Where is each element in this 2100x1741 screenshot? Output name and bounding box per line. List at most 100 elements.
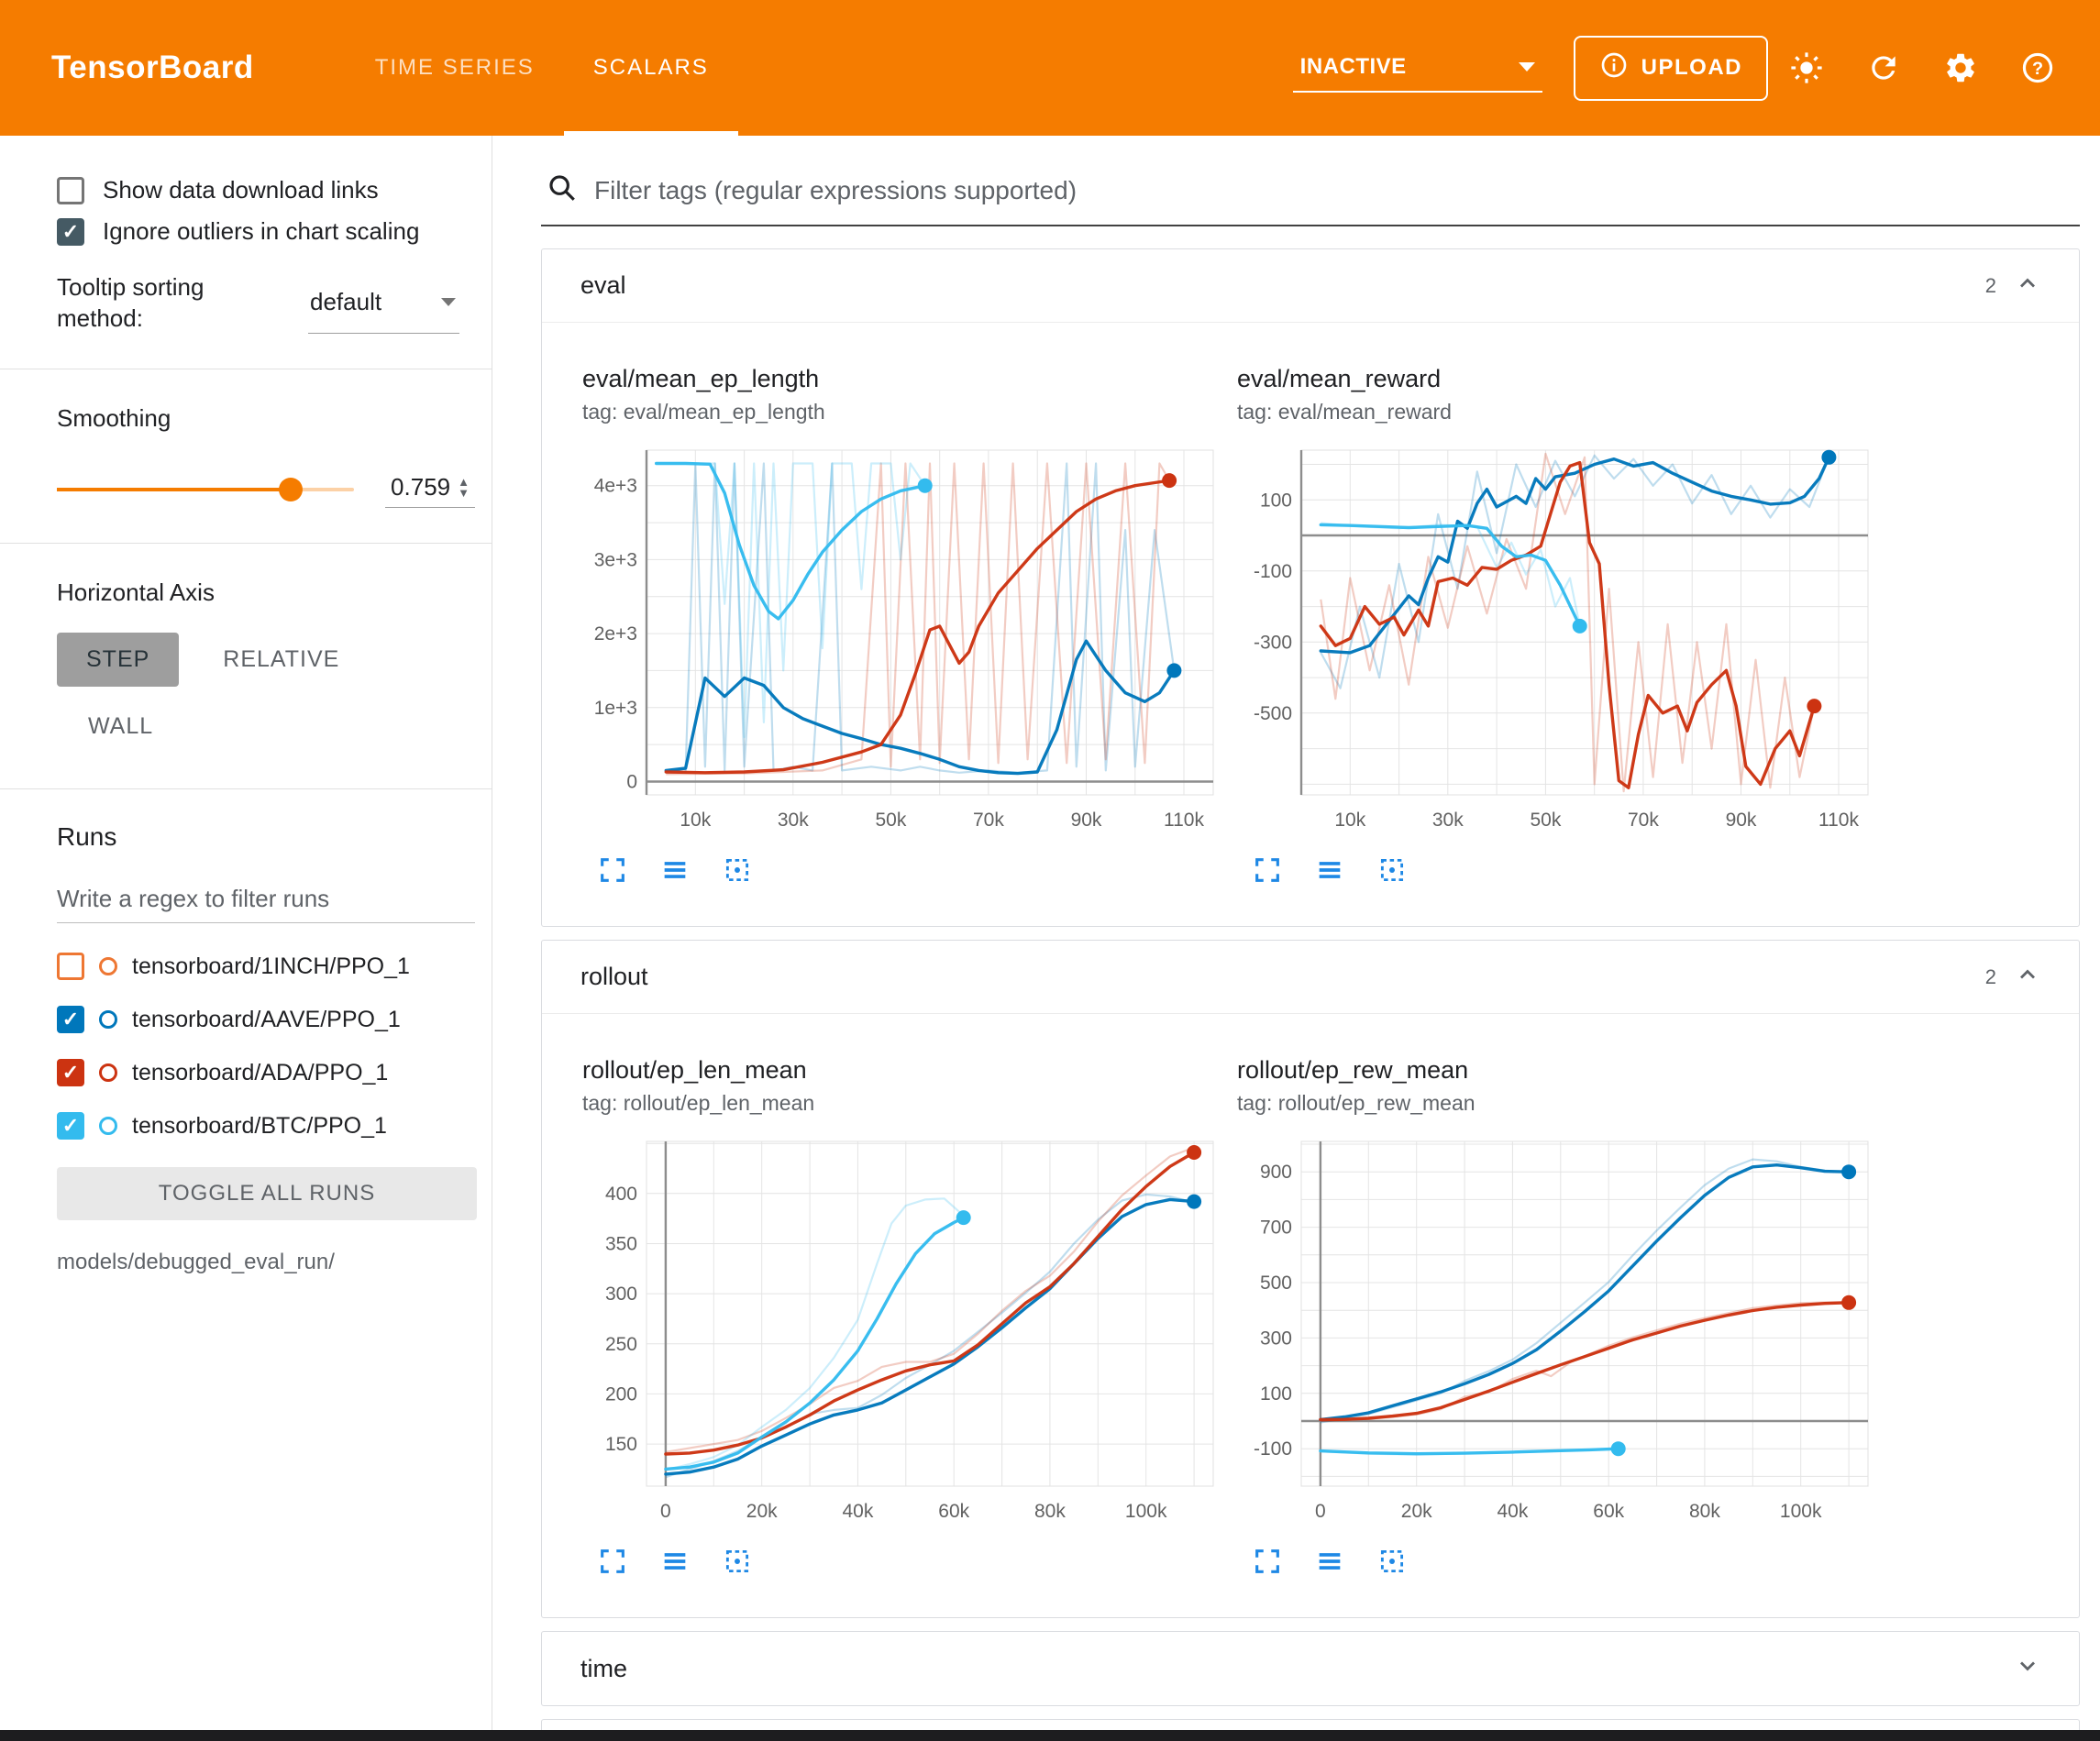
settings-gear-icon[interactable]	[1922, 29, 1999, 106]
axis-wall-button[interactable]: WALL	[88, 700, 153, 754]
svg-text:30k: 30k	[1432, 810, 1464, 831]
chart-plot[interactable]: 10k30k50k70k90k110k-500-300-100100	[1237, 435, 1872, 843]
svg-text:700: 700	[1260, 1218, 1292, 1239]
run-row[interactable]: ✓ tensorboard/AAVE/PPO_1	[57, 993, 475, 1046]
smoothing-slider-thumb[interactable]	[279, 478, 303, 501]
refresh-icon[interactable]	[1845, 29, 1922, 106]
section-count: 2	[1985, 274, 1996, 298]
svg-text:110k: 110k	[1164, 810, 1204, 831]
chevron-up-icon[interactable]	[2015, 270, 2040, 302]
svg-text:80k: 80k	[1034, 1501, 1066, 1522]
chart-card: eval/mean_reward tag: eval/mean_reward 1…	[1237, 363, 1872, 889]
svg-text:900: 900	[1260, 1162, 1292, 1183]
run-row[interactable]: ✓ tensorboard/BTC/PPO_1	[57, 1099, 475, 1152]
section-rollout: rollout 2 rollout/ep_len_mean tag: rollo…	[541, 940, 2080, 1618]
run-row[interactable]: tensorboard/1INCH/PPO_1	[57, 940, 475, 993]
smoothing-slider-fill	[57, 488, 290, 491]
smoothing-value-field[interactable]: 0.759 ▲▼	[385, 471, 475, 508]
scalars-dashboard: eval 2 eval/mean_ep_length tag: eval/mea…	[492, 136, 2100, 1741]
expand-icon[interactable]	[1248, 1542, 1287, 1581]
run-color-ring	[99, 957, 117, 975]
fit-domain-icon[interactable]	[1373, 1542, 1411, 1581]
run-color-ring	[99, 1117, 117, 1135]
axis-step-button[interactable]: STEP	[57, 633, 179, 687]
section-header-time[interactable]: time	[542, 1632, 2079, 1705]
chevron-down-icon[interactable]	[2015, 1653, 2040, 1684]
tooltip-sorting-select[interactable]: default	[308, 275, 459, 334]
svg-text:50k: 50k	[875, 810, 906, 831]
line-chart[interactable]: 10k30k50k70k90k110k-500-300-100100	[1237, 435, 1872, 839]
expand-icon[interactable]	[593, 851, 632, 889]
help-icon[interactable]: ?	[1999, 29, 2076, 106]
svg-text:-100: -100	[1254, 561, 1292, 582]
svg-text:30k: 30k	[778, 810, 809, 831]
brightness-icon[interactable]	[1768, 29, 1845, 106]
app-header: TensorBoard TIME SERIES SCALARS INACTIVE…	[0, 0, 2100, 136]
svg-text:-500: -500	[1254, 703, 1292, 724]
section-title: eval	[580, 271, 626, 300]
log-scale-icon[interactable]	[1310, 1542, 1349, 1581]
run-row[interactable]: ✓ tensorboard/ADA/PPO_1	[57, 1046, 475, 1099]
chart-title: eval/mean_ep_length	[582, 363, 1217, 394]
tab-time-series[interactable]: TIME SERIES	[346, 0, 564, 136]
chart-plot[interactable]: 020k40k60k80k100k-100100300500700900	[1237, 1127, 1872, 1535]
chevron-down-icon	[1519, 62, 1535, 72]
tooltip-sorting-label: Tooltip sorting method:	[57, 271, 286, 334]
runs-filter-input[interactable]	[57, 879, 475, 923]
svg-text:300: 300	[605, 1284, 637, 1305]
svg-text:50k: 50k	[1530, 810, 1561, 831]
svg-text:200: 200	[605, 1383, 637, 1405]
smoothing-slider[interactable]	[57, 488, 354, 491]
section-header-eval[interactable]: eval 2	[542, 249, 2079, 323]
run-label: tensorboard/AAVE/PPO_1	[132, 1007, 401, 1033]
section-title: rollout	[580, 963, 648, 991]
run-label: tensorboard/ADA/PPO_1	[132, 1060, 388, 1086]
log-scale-icon[interactable]	[656, 851, 694, 889]
status-dropdown[interactable]: INACTIVE	[1293, 43, 1542, 93]
section-header-rollout[interactable]: rollout 2	[542, 941, 2079, 1014]
chart-toolbar	[1237, 851, 1872, 889]
upload-button[interactable]: UPLOAD	[1574, 36, 1768, 101]
svg-text:40k: 40k	[842, 1501, 873, 1522]
svg-text:250: 250	[605, 1334, 637, 1355]
chart-tag: tag: eval/mean_reward	[1237, 400, 1872, 424]
svg-text:?: ?	[2032, 59, 2043, 79]
svg-text:100k: 100k	[1780, 1501, 1822, 1522]
tab-scalars[interactable]: SCALARS	[564, 0, 738, 136]
stepper-arrows-icon[interactable]: ▲▼	[458, 477, 470, 499]
section-charts: rollout/ep_len_mean tag: rollout/ep_len_…	[542, 1014, 2079, 1617]
log-scale-icon[interactable]	[1310, 851, 1349, 889]
chevron-up-icon[interactable]	[2015, 962, 2040, 993]
run-checkbox[interactable]	[57, 953, 84, 980]
horizontal-axis-buttons: STEP RELATIVE	[57, 633, 475, 687]
line-chart[interactable]: 020k40k60k80k100k-100100300500700900	[1237, 1127, 1872, 1530]
chart-plot[interactable]: 020k40k60k80k100k150200250300350400	[582, 1127, 1217, 1535]
log-scale-icon[interactable]	[656, 1542, 694, 1581]
line-chart[interactable]: 10k30k50k70k90k110k01e+32e+33e+34e+3	[582, 435, 1217, 839]
chart-card: eval/mean_ep_length tag: eval/mean_ep_le…	[582, 363, 1217, 889]
svg-text:0: 0	[626, 772, 637, 793]
line-chart[interactable]: 020k40k60k80k100k150200250300350400	[582, 1127, 1217, 1530]
fit-domain-icon[interactable]	[1373, 851, 1411, 889]
fit-domain-icon[interactable]	[718, 851, 757, 889]
chart-title: rollout/ep_len_mean	[582, 1054, 1217, 1085]
svg-text:0: 0	[1315, 1501, 1326, 1522]
expand-icon[interactable]	[593, 1542, 632, 1581]
show-download-links-checkbox[interactable]	[57, 177, 84, 204]
ignore-outliers-label: Ignore outliers in chart scaling	[103, 217, 419, 246]
chart-plot[interactable]: 10k30k50k70k90k110k01e+32e+33e+34e+3	[582, 435, 1217, 843]
ignore-outliers-checkbox[interactable]	[57, 218, 84, 246]
svg-text:1e+3: 1e+3	[594, 698, 637, 719]
run-checkbox[interactable]: ✓	[57, 1112, 84, 1140]
toggle-all-runs-button[interactable]: TOGGLE ALL RUNS	[57, 1167, 477, 1220]
fit-domain-icon[interactable]	[718, 1542, 757, 1581]
svg-text:10k: 10k	[680, 810, 711, 831]
svg-text:40k: 40k	[1497, 1501, 1528, 1522]
axis-relative-button[interactable]: RELATIVE	[223, 633, 339, 687]
run-checkbox[interactable]: ✓	[57, 1059, 84, 1086]
run-label: tensorboard/1INCH/PPO_1	[132, 953, 410, 980]
run-checkbox[interactable]: ✓	[57, 1006, 84, 1033]
run-label: tensorboard/BTC/PPO_1	[132, 1113, 387, 1140]
expand-icon[interactable]	[1248, 851, 1287, 889]
tag-filter-input[interactable]	[594, 176, 2076, 205]
